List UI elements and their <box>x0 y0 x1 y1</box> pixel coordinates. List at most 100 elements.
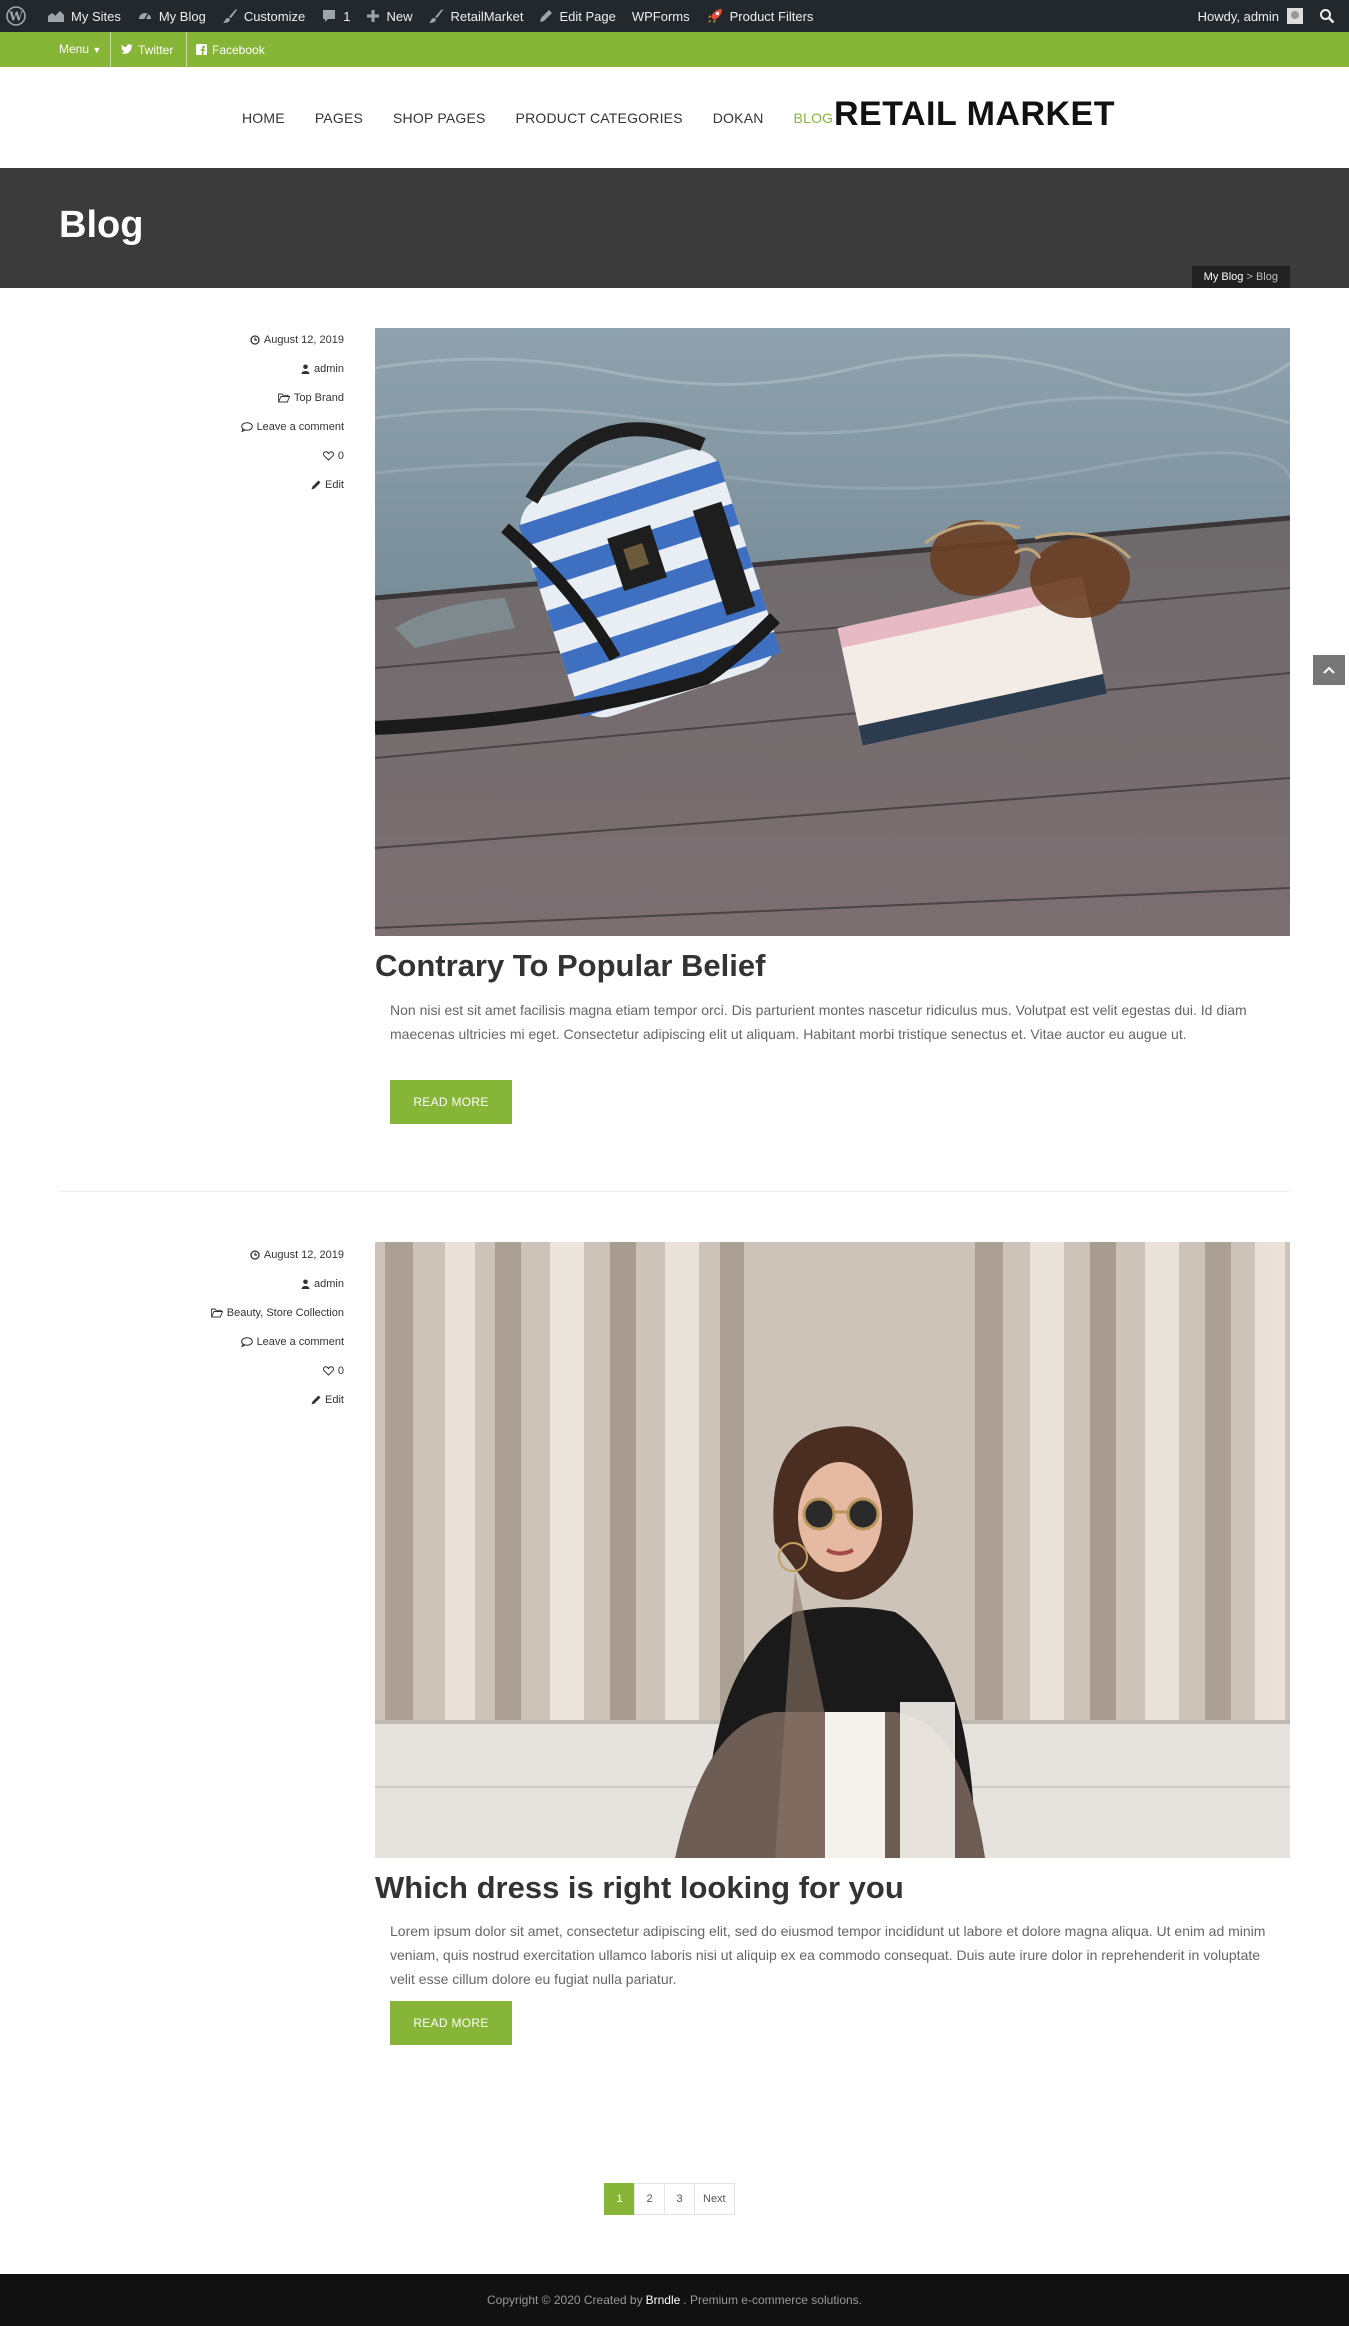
admin-wpforms[interactable]: WPForms <box>624 0 698 32</box>
page-2-button[interactable]: 2 <box>634 2183 665 2215</box>
facebook-link[interactable]: Facebook <box>196 32 265 67</box>
page-3-button[interactable]: 3 <box>664 2183 695 2215</box>
footer-brand-link[interactable]: Brndle <box>646 2293 681 2307</box>
plus-icon <box>367 10 380 22</box>
wordpress-logo-icon[interactable]: W <box>0 0 39 32</box>
nav-item-dokan[interactable]: DOKAN <box>713 110 764 126</box>
post-comments-text: Leave a comment <box>256 1335 344 1348</box>
post-comments-link[interactable]: Leave a comment <box>124 412 344 441</box>
scroll-to-top-button[interactable] <box>1313 655 1345 685</box>
read-more-button[interactable]: READ MORE <box>390 1080 512 1124</box>
top-menu-toggle[interactable]: Menu ▼ <box>59 32 101 67</box>
top-menu-label: Menu <box>59 42 90 56</box>
main-navigation: HOME PAGES SHOP PAGES PRODUCT CATEGORIES… <box>242 67 863 168</box>
user-icon <box>301 1279 310 1289</box>
comment-icon <box>323 10 336 22</box>
dashboard-icon <box>138 13 151 20</box>
user-icon <box>301 364 310 374</box>
admin-product-filters[interactable]: Product Filters <box>698 0 822 32</box>
post-featured-image[interactable] <box>375 1242 1290 1858</box>
avatar <box>1287 8 1303 24</box>
post-date[interactable]: August 12, 2019 <box>124 1240 344 1269</box>
post-author[interactable]: admin <box>124 354 344 383</box>
admin-edit-page[interactable]: Edit Page <box>531 0 623 32</box>
nav-item-home[interactable]: HOME <box>242 110 285 126</box>
admin-account[interactable]: Howdy, admin <box>1190 0 1311 32</box>
breadcrumb-home[interactable]: My Blog <box>1204 271 1244 283</box>
post-categories[interactable]: Top Brand <box>124 383 344 412</box>
footer-tagline: . Premium e-commerce solutions. <box>683 2293 862 2307</box>
post-date[interactable]: August 12, 2019 <box>124 325 344 354</box>
top-bar-divider <box>186 32 187 67</box>
admin-theme[interactable]: RetailMarket <box>420 0 531 32</box>
post-edit-link[interactable]: Edit <box>124 470 344 499</box>
nav-item-blog[interactable]: BLOG <box>794 110 834 126</box>
post-likes[interactable]: 0 <box>124 1356 344 1385</box>
admin-my-blog[interactable]: My Blog <box>129 0 214 32</box>
twitter-label: Twitter <box>138 42 174 57</box>
brush-icon <box>429 9 444 23</box>
sites-icon <box>48 11 64 22</box>
bag-on-dock-image <box>375 328 1290 936</box>
pencil-icon <box>540 10 553 22</box>
admin-customize-label: Customize <box>243 8 306 24</box>
site-logo[interactable]: RETAIL MARKET <box>834 95 1115 134</box>
admin-my-sites[interactable]: My Sites <box>39 0 129 32</box>
post-comments-text: Leave a comment <box>256 420 344 433</box>
post-categories-text: Top Brand <box>293 391 344 404</box>
post-categories[interactable]: Beauty, Store Collection <box>124 1298 344 1327</box>
heart-icon <box>322 1365 334 1376</box>
page-1-button[interactable]: 1 <box>604 2183 635 2215</box>
nav-item-pages[interactable]: PAGES <box>315 110 363 126</box>
post-author[interactable]: admin <box>124 1269 344 1298</box>
site-header: HOME PAGES SHOP PAGES PRODUCT CATEGORIES… <box>0 67 1349 168</box>
rocket-icon <box>707 9 722 23</box>
page-title-banner: Blog My Blog > Blog <box>0 168 1349 288</box>
admin-edit-page-label: Edit Page <box>559 8 616 24</box>
site-footer: Copyright © 2020 Created by Brndle . Pre… <box>0 2274 1349 2326</box>
post-divider <box>59 1191 1290 1192</box>
svg-text:W: W <box>8 10 23 24</box>
heart-icon <box>322 450 334 461</box>
post-title[interactable]: Which dress is right looking for you <box>375 1870 904 1906</box>
next-page-button[interactable]: Next <box>694 2183 735 2215</box>
admin-comments[interactable]: 1 <box>313 0 358 32</box>
post-excerpt: Non nisi est sit amet facilisis magna et… <box>390 1002 1247 1042</box>
brush-icon <box>222 9 237 23</box>
post-meta: August 12, 2019 admin Beauty, Store Coll… <box>124 1240 344 1414</box>
clock-icon <box>250 334 260 345</box>
post-title[interactable]: Contrary To Popular Belief <box>375 948 765 984</box>
pagination: 1 2 3 Next <box>604 2183 735 2215</box>
post-edit-link[interactable]: Edit <box>124 1385 344 1414</box>
post-featured-image[interactable] <box>375 328 1290 936</box>
chevron-down-icon: ▼ <box>92 45 102 55</box>
twitter-link[interactable]: Twitter <box>121 32 173 67</box>
post-categories-text: Beauty, Store Collection <box>226 1306 344 1319</box>
post-comments-link[interactable]: Leave a comment <box>124 1327 344 1356</box>
post-likes[interactable]: 0 <box>124 441 344 470</box>
admin-product-filters-label: Product Filters <box>729 8 814 24</box>
woman-sunglasses-image <box>375 1242 1290 1858</box>
clock-icon <box>250 1249 260 1260</box>
admin-theme-label: RetailMarket <box>450 8 524 24</box>
breadcrumb-current: Blog <box>1255 271 1278 283</box>
admin-search-button[interactable] <box>1311 0 1349 32</box>
page-title: Blog <box>59 204 144 246</box>
read-more-button[interactable]: READ MORE <box>390 2001 512 2045</box>
facebook-label: Facebook <box>212 42 265 57</box>
admin-my-sites-label: My Sites <box>71 8 121 24</box>
nav-item-shop-pages[interactable]: SHOP PAGES <box>393 110 486 126</box>
top-bar-divider <box>110 32 111 67</box>
post-date-text: August 12, 2019 <box>263 333 344 346</box>
comment-icon <box>240 421 253 432</box>
admin-new[interactable]: New <box>358 0 420 32</box>
post-excerpt: Lorem ipsum dolor sit amet, consectetur … <box>390 1923 1266 1987</box>
admin-greeting: Howdy, admin <box>1197 8 1279 24</box>
admin-customize[interactable]: Customize <box>214 0 313 32</box>
breadcrumb: My Blog > Blog <box>1191 266 1290 288</box>
folder-icon <box>277 393 290 402</box>
breadcrumb-separator: > <box>1243 271 1256 283</box>
nav-item-product-categories[interactable]: PRODUCT CATEGORIES <box>516 110 683 126</box>
post-author-text: admin <box>314 362 344 375</box>
comment-icon <box>240 1336 253 1347</box>
